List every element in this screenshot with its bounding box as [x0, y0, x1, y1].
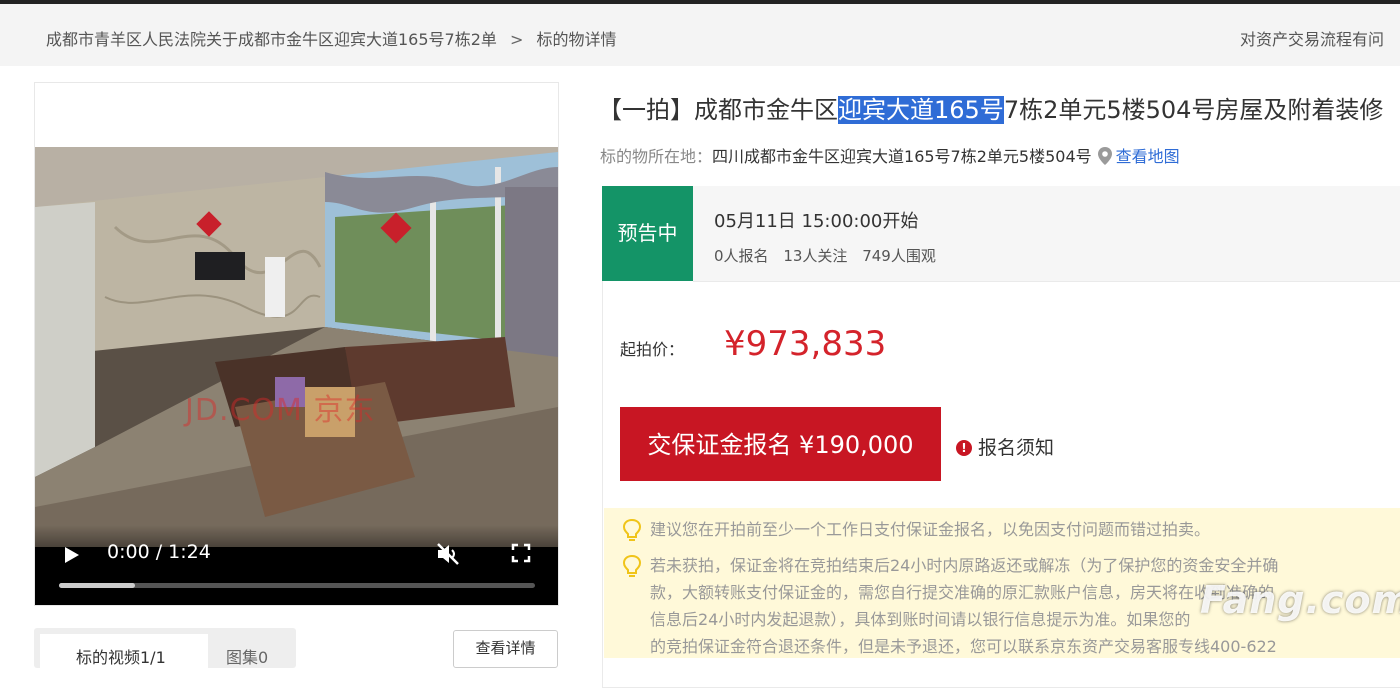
breadcrumb-separator: >	[510, 30, 524, 49]
title-highlight: 迎宾大道165号	[838, 96, 1004, 124]
listing-title: 【一拍】成都市金牛区迎宾大道165号7栋2单元5楼504号房屋及附着装修	[598, 90, 1383, 125]
breadcrumb-item-case[interactable]: 成都市青羊区人民法院关于成都市金牛区迎宾大道165号7栋2单	[46, 30, 497, 49]
lightbulb-icon	[622, 554, 642, 577]
lightbulb-icon	[622, 518, 642, 541]
video-player[interactable]: JD.COM 京东 0:00 / 1:24	[35, 147, 558, 605]
help-link[interactable]: 对资产交易流程有问	[1240, 26, 1400, 50]
tab-video-label: 标的视频1/1	[76, 648, 166, 667]
tip-1: 建议您在开拍前至少一个工作日支付保证金报名，以免因支付问题而错过拍卖。	[650, 520, 1211, 539]
title-suffix: 7栋2单元5楼504号房屋及附着装修	[1003, 96, 1384, 124]
map-pin-icon	[1097, 147, 1112, 165]
site-watermark: Fang.com	[1200, 578, 1400, 622]
auction-stats: 0人报名 13人关注 749人围观	[714, 245, 946, 266]
starting-price-label: 起拍价：	[620, 340, 685, 359]
breadcrumb-trail: 成都市青羊区人民法院关于成都市金牛区迎宾大道165号7栋2单 > 标的物详情	[46, 26, 617, 50]
location-row: 标的物所在地：四川成都市金牛区迎宾大道165号7栋2单元5楼504号 查看地图	[600, 143, 1180, 167]
mute-icon[interactable]	[435, 541, 461, 567]
registration-notice-link[interactable]: ! 报名须知	[956, 433, 1054, 460]
breadcrumb-item-current: 标的物详情	[536, 30, 617, 49]
video-time: 0:00 / 1:24	[107, 541, 211, 563]
fullscreen-icon[interactable]	[511, 543, 531, 563]
tab-video[interactable]: 标的视频1/1	[40, 634, 208, 668]
status-info	[693, 186, 1400, 282]
title-prefix: 【一拍】成都市金牛区	[598, 96, 838, 124]
video-watermark: JD.COM 京东	[185, 393, 376, 428]
starting-price: ¥973,833	[724, 324, 887, 364]
registration-notice-label: 报名须知	[978, 437, 1055, 459]
view-map-link[interactable]: 查看地图	[1116, 147, 1180, 166]
video-progress-fill	[59, 583, 135, 588]
video-controls: 0:00 / 1:24	[35, 525, 558, 605]
status-badge: 预告中	[602, 186, 693, 281]
tip-2-line-1: 若未获拍，保证金将在竞拍结束后24小时内原路返还或解冻（为了保护您的资金安全并确	[650, 556, 1279, 575]
media-viewer: JD.COM 京东 0:00 / 1:24	[34, 82, 559, 606]
location-address: 四川成都市金牛区迎宾大道165号7栋2单元5楼504号	[712, 147, 1092, 166]
location-label: 标的物所在地：	[600, 147, 713, 166]
tip-2-line-2: 款，大额转账支付保证金的，需您自行提交准确的原汇款账户信息，房天将在收到准确的	[650, 583, 1275, 602]
viewer-count: 749人围观	[862, 247, 936, 265]
signup-count: 0人报名	[714, 247, 769, 265]
view-details-button[interactable]: 查看详情	[453, 630, 558, 668]
start-time: 05月11日 15:00:00开始	[714, 211, 919, 232]
pay-deposit-button[interactable]: 交保证金报名 ¥190,000	[620, 407, 941, 481]
breadcrumb: 成都市青羊区人民法院关于成都市金牛区迎宾大道165号7栋2单 > 标的物详情 对…	[0, 4, 1400, 66]
property-photo	[35, 147, 558, 547]
alert-icon: !	[956, 440, 972, 456]
tip-2-line-3: 信息后24小时内发起退款），具体到账时间请以银行信息提示为准。如果您的	[650, 610, 1191, 629]
play-icon[interactable]	[65, 547, 79, 563]
tip-2-line-4: 的竞拍保证金符合退还条件，但是未予退还，您可以联系京东资产交易客服专线400-6…	[650, 637, 1277, 656]
tab-gallery[interactable]: 图集0	[226, 644, 268, 668]
follower-count: 13人关注	[783, 247, 848, 265]
